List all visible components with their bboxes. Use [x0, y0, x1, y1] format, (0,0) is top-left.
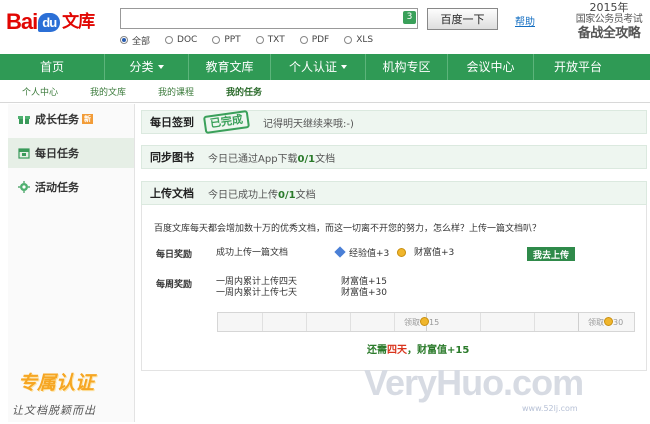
- promo-line2: 备战全攻略: [577, 26, 641, 41]
- weekly-reward-label: 每周奖励: [156, 280, 193, 290]
- task-desc: 今日已成功上传0/1文档: [208, 189, 316, 201]
- filter-txt[interactable]: TXT: [255, 33, 285, 47]
- sidebar-item-daily-tasks[interactable]: 每日任务: [8, 138, 134, 168]
- chevron-down-icon: [157, 65, 164, 69]
- daily-exp-reward: 经验值+3: [334, 246, 407, 260]
- main-nav: 首页 分类 教育文库 个人认证 机构专区 会议中心 开放平台: [0, 54, 650, 80]
- nav-open-platform[interactable]: 开放平台: [534, 54, 622, 80]
- daily-task-text: 成功上传一篇文档: [216, 248, 289, 258]
- subnav-my-wenku[interactable]: 我的文库: [90, 85, 126, 98]
- filter-doc[interactable]: DOC: [165, 33, 197, 47]
- promo-year: 2015年: [589, 1, 629, 14]
- sidebar-item-activity-tasks[interactable]: 活动任务: [8, 172, 134, 202]
- nav-education[interactable]: 教育文库: [189, 54, 271, 80]
- progress-tick: [306, 313, 307, 331]
- coin-icon: [604, 317, 613, 326]
- go-upload-button[interactable]: 我去上传: [527, 247, 575, 261]
- remaining-days-note: 还需四天，财富值+15: [367, 345, 470, 356]
- exclusive-cert-banner[interactable]: 专属认证 让文档脱颖而出: [8, 364, 134, 424]
- task-title: 同步图书: [150, 151, 194, 164]
- coin-icon: [420, 317, 429, 326]
- diamond-icon: [334, 246, 346, 258]
- nav-conference[interactable]: 会议中心: [448, 54, 534, 80]
- stamp-subtitle: 让文档脱颖而出: [12, 404, 96, 417]
- calendar-icon: [18, 148, 30, 159]
- weekly-wealth-1: 财富值+15: [341, 277, 387, 287]
- new-badge: 新: [82, 114, 93, 124]
- logo-text: Bai: [6, 9, 38, 34]
- radio-icon[interactable]: [344, 36, 353, 44]
- daily-reward-label: 每日奖励: [156, 250, 193, 260]
- task-desc: 记得明天继续来哦:-): [263, 118, 354, 130]
- radio-icon[interactable]: [255, 36, 264, 44]
- progress-tick: [480, 313, 481, 331]
- radio-icon[interactable]: [120, 36, 128, 44]
- task-desc: 今日已通过App下载0/1文档: [208, 153, 336, 165]
- baidu-wenku-logo[interactable]: Bai du 文库: [6, 7, 95, 35]
- task-title: 上传文档: [150, 187, 194, 200]
- search-button[interactable]: 百度一下: [427, 8, 498, 30]
- search-box[interactable]: [120, 8, 418, 29]
- task-title: 每日签到: [150, 116, 194, 129]
- promo-line1: 国家公务员考试: [575, 14, 643, 25]
- claim-30-button[interactable]: 领取 30: [588, 317, 623, 328]
- nav-home[interactable]: 首页: [0, 54, 105, 80]
- weekly-task-1: 一周内累计上传四天: [216, 277, 298, 287]
- filter-xls[interactable]: XLS: [344, 33, 373, 47]
- subnav-my-tasks[interactable]: 我的任务: [226, 85, 262, 98]
- progress-tick: [262, 313, 263, 331]
- daily-wealth-reward: 财富值+3: [414, 248, 455, 258]
- nav-institution[interactable]: 机构专区: [366, 54, 448, 80]
- help-link[interactable]: 帮助: [515, 13, 535, 28]
- activity-icon: [18, 181, 30, 193]
- progress-tick: [350, 313, 351, 331]
- upload-intro: 百度文库每天都会增加数十万的优秀文档，而这一切离不开您的努力，怎么样？上传一篇文…: [154, 224, 542, 234]
- progress-tick: [534, 313, 535, 331]
- weekly-wealth-2: 财富值+30: [341, 288, 387, 298]
- file-type-filters: 全部 DOC PPT TXT PDF XLS: [120, 33, 388, 47]
- radio-icon[interactable]: [299, 36, 308, 44]
- progress-tick: [394, 313, 395, 331]
- stamp-title: 专属认证: [18, 372, 95, 394]
- gift-icon: [18, 116, 30, 124]
- task-daily-checkin: 每日签到 已完成 记得明天继续来哦:-): [141, 109, 647, 135]
- nav-personal-cert[interactable]: 个人认证: [271, 54, 366, 80]
- logo-wenku-text: 文库: [62, 12, 95, 31]
- task-sync-books: 同步图书 今日已通过App下载0/1文档: [141, 145, 647, 169]
- weekly-task-2: 一周内累计上传七天: [216, 288, 298, 298]
- filter-pdf[interactable]: PDF: [299, 33, 329, 47]
- watermark: VeryHuo.com www.52lj.com: [362, 362, 650, 424]
- subnav-my-courses[interactable]: 我的课程: [158, 85, 194, 98]
- completed-stamp: 已完成: [202, 109, 251, 135]
- chevron-down-icon: [341, 65, 347, 69]
- paw-icon: du: [38, 13, 61, 32]
- subnav-personal-center[interactable]: 个人中心: [22, 85, 58, 98]
- radio-icon[interactable]: [165, 36, 174, 44]
- search-input[interactable]: [121, 9, 399, 28]
- progress-tick: [578, 313, 579, 331]
- radio-icon[interactable]: [212, 36, 221, 44]
- sidebar-item-growth-tasks[interactable]: 成长任务新: [8, 104, 134, 134]
- search-count-badge: 3: [403, 11, 416, 24]
- nav-category[interactable]: 分类: [105, 54, 189, 80]
- watermark-url: www.52lj.com: [522, 404, 578, 413]
- claim-15-button[interactable]: 领取 15: [404, 317, 439, 328]
- promo-banner[interactable]: 2015年 国家公务员考试 备战全攻略: [568, 2, 650, 42]
- filter-ppt[interactable]: PPT: [212, 33, 241, 47]
- task-upload-docs[interactable]: 上传文档 今日已成功上传0/1文档: [141, 181, 647, 205]
- coin-icon: [397, 248, 407, 257]
- weekly-progress-track: 领取 15 领取 30: [217, 312, 635, 332]
- filter-all[interactable]: 全部: [120, 33, 150, 47]
- header: Bai du 文库 3 百度一下 帮助 2015年 国家公务员考试 备战全攻略 全部…: [0, 0, 650, 54]
- upload-task-panel: 百度文库每天都会增加数十万的优秀文档，而这一切离不开您的努力，怎么样？上传一篇文…: [141, 205, 647, 371]
- sub-nav: 个人中心 我的文库 我的课程 我的任务: [0, 80, 650, 103]
